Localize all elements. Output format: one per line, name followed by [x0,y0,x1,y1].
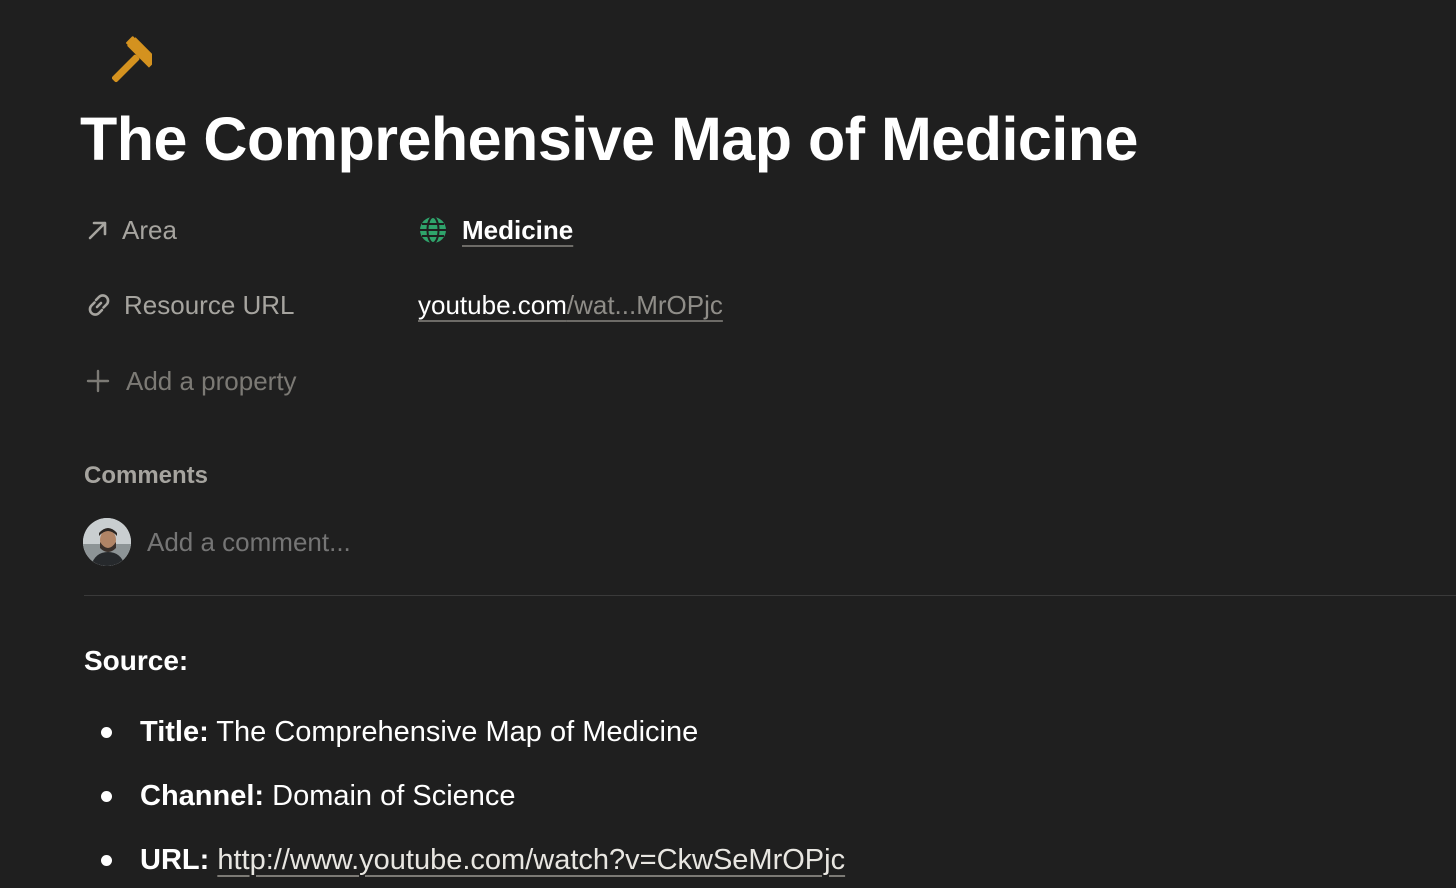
comments-heading: Comments [84,462,209,489]
bullet-icon [101,727,112,738]
source-heading[interactable]: Source: [84,645,188,677]
url-link[interactable]: http://www.youtube.com/watch?v=CkwSeMrOP… [217,844,845,876]
hammer-icon[interactable] [111,32,155,92]
divider [84,595,1456,596]
item-label: Channel: [140,779,265,812]
notion-page: The Comprehensive Map of Medicine Area M… [0,0,1456,888]
bullet-icon [101,791,112,802]
property-area-label[interactable]: Area [84,215,418,246]
item-label: Title: [140,715,209,748]
add-property-label: Add a property [126,365,297,396]
link-icon [88,294,110,316]
arrow-up-right-icon [88,221,107,240]
property-resource-url: Resource URL youtube.com/wat...MrOPjc [84,285,723,325]
add-property-button[interactable]: Add a property [84,361,297,401]
item-value: The Comprehensive Map of Medicine [216,715,699,748]
property-url-label[interactable]: Resource URL [84,290,418,321]
property-area: Area Medicine [84,210,573,250]
comment-input[interactable] [147,526,747,558]
resource-url-value[interactable]: youtube.com/wat...MrOPjc [418,290,723,321]
plus-icon [86,369,110,393]
url-domain: youtube.com [418,289,567,320]
avatar[interactable] [83,518,131,566]
list-item[interactable]: Title: The Comprehensive Map of Medicine [84,700,845,764]
bullet-icon [101,855,112,866]
item-label: URL: [140,843,210,876]
source-bullet-list: Title: The Comprehensive Map of Medicine… [84,700,845,888]
area-relation-value[interactable]: Medicine [418,215,573,246]
resource-url-link[interactable]: youtube.com/wat...MrOPjc [418,290,723,321]
comment-composer [83,517,747,567]
list-item[interactable]: URL: http://www.youtube.com/watch?v=CkwS… [84,828,845,888]
list-item[interactable]: Channel: Domain of Science [84,764,845,828]
property-url-name: Resource URL [124,289,295,320]
area-value-text[interactable]: Medicine [462,215,573,246]
item-value: Domain of Science [272,779,516,812]
page-title[interactable]: The Comprehensive Map of Medicine [80,104,1138,174]
property-area-name: Area [122,214,177,245]
globe-icon [420,216,446,244]
url-path: /wat...MrOPjc [566,289,723,320]
